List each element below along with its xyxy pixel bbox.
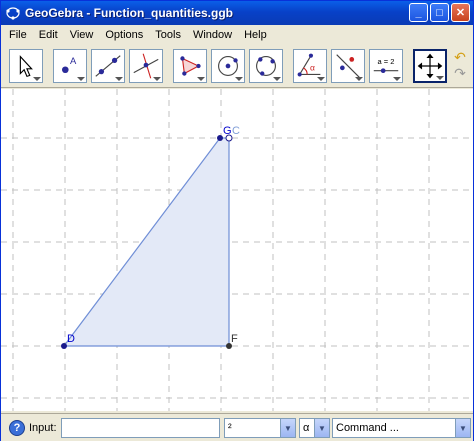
command-combo[interactable]: Command ... ▼ [332, 418, 471, 438]
redo-icon[interactable]: ↷ [451, 65, 469, 81]
menu-help[interactable]: Help [238, 29, 273, 41]
tool-menu-arrow [77, 77, 85, 81]
tool-menu-arrow [393, 77, 401, 81]
perpendicular-line-tool[interactable] [129, 49, 163, 83]
line-tool[interactable] [91, 49, 125, 83]
slider-tool[interactable]: a = 2 [369, 49, 403, 83]
reflect-tool[interactable] [331, 49, 365, 83]
angle-alpha-label: α [310, 63, 315, 73]
input-label: Input: [29, 422, 57, 434]
menu-tools[interactable]: Tools [149, 29, 187, 41]
tool-menu-arrow [235, 77, 243, 81]
input-bar: ? Input: ² ▼ α ▼ Command ... ▼ [1, 413, 473, 441]
menu-edit[interactable]: Edit [33, 29, 64, 41]
tool-menu-arrow [197, 77, 205, 81]
tool-menu-arrow [355, 77, 363, 81]
slider-value-label: a = 2 [378, 57, 395, 66]
greek-combo[interactable]: α ▼ [299, 418, 330, 438]
angle-tool[interactable]: α [293, 49, 327, 83]
tool-menu-arrow [33, 77, 41, 81]
menu-options[interactable]: Options [99, 29, 149, 41]
greek-combo-value: α [303, 422, 310, 434]
help-icon[interactable]: ? [9, 420, 25, 436]
window-title: GeoGebra - Function_quantities.ggb [25, 6, 234, 20]
new-point-tool[interactable]: A [53, 49, 87, 83]
label-g: G [223, 125, 232, 137]
menu-file[interactable]: File [3, 29, 33, 41]
triangle-polygon[interactable] [64, 138, 229, 346]
close-button[interactable]: ✕ [451, 3, 470, 22]
circle-three-points-tool[interactable] [249, 49, 283, 83]
chevron-down-icon[interactable]: ▼ [314, 419, 329, 437]
geogebra-app-icon [6, 7, 20, 20]
label-f: F [231, 333, 238, 345]
tool-menu-arrow [436, 76, 444, 80]
toolbar: A α a = 2 ↶ ↷ [1, 44, 473, 88]
undo-icon[interactable]: ↶ [451, 49, 469, 65]
symbol-combo[interactable]: ² ▼ [224, 418, 296, 438]
graphics-svg[interactable]: D G C F [1, 89, 473, 411]
grid [1, 89, 473, 411]
new-point-label: A [70, 55, 77, 66]
polygon-tool[interactable] [173, 49, 207, 83]
input-field[interactable] [61, 418, 220, 438]
move-graphics-view-tool[interactable] [413, 49, 447, 83]
window-controls: _ □ ✕ [409, 3, 470, 22]
label-c: C [232, 125, 240, 137]
label-d: D [67, 333, 75, 345]
undo-redo-group: ↶ ↷ [451, 49, 471, 83]
tool-menu-arrow [273, 77, 281, 81]
title-bar[interactable]: GeoGebra - Function_quantities.ggb _ □ ✕ [1, 1, 473, 25]
menu-view[interactable]: View [64, 29, 100, 41]
maximize-button[interactable]: □ [430, 3, 449, 22]
tool-menu-arrow [115, 77, 123, 81]
chevron-down-icon[interactable]: ▼ [455, 419, 470, 437]
symbol-combo-value: ² [228, 422, 232, 434]
menu-bar: File Edit View Options Tools Window Help [1, 25, 473, 44]
menu-window[interactable]: Window [187, 29, 238, 41]
geogebra-window: GeoGebra - Function_quantities.ggb _ □ ✕… [0, 0, 474, 441]
command-combo-value: Command ... [336, 422, 399, 434]
tool-menu-arrow [153, 77, 161, 81]
move-tool[interactable] [9, 49, 43, 83]
chevron-down-icon[interactable]: ▼ [280, 419, 295, 437]
circle-center-point-tool[interactable] [211, 49, 245, 83]
minimize-button[interactable]: _ [409, 3, 428, 22]
tool-menu-arrow [317, 77, 325, 81]
graphics-view[interactable]: D G C F [1, 89, 473, 411]
